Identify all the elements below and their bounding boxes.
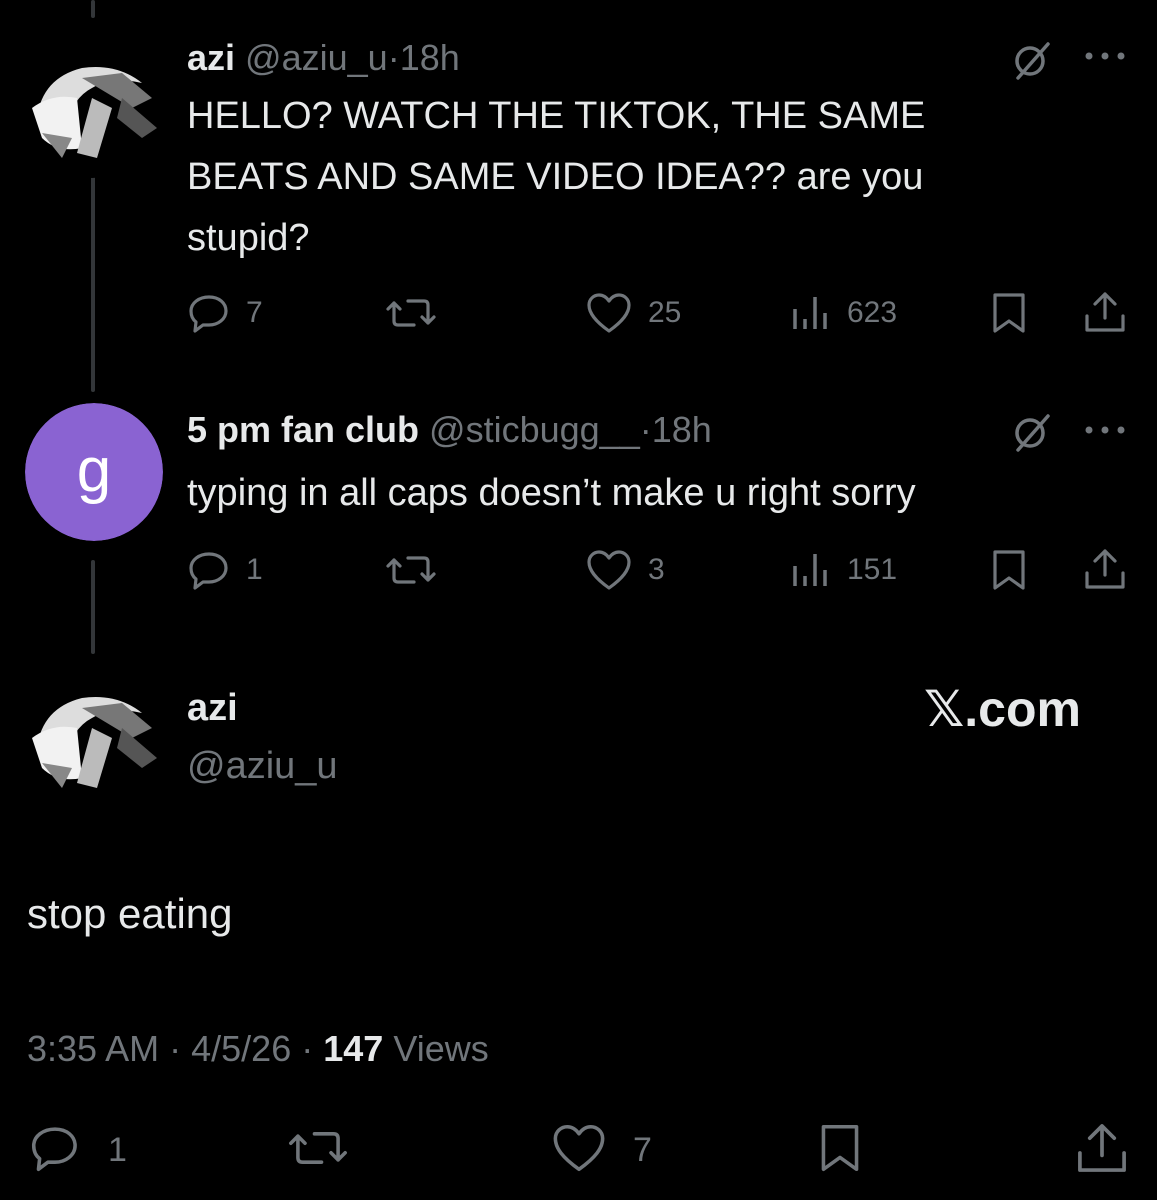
x-com-watermark: 𝕏.com	[924, 681, 1081, 737]
main-name[interactable]: azi	[187, 686, 238, 730]
bookmark-icon[interactable]	[989, 291, 1029, 335]
grok-icon[interactable]	[1010, 410, 1054, 454]
reply2-handle[interactable]: @sticbugg__	[429, 409, 640, 450]
views-icon[interactable]	[790, 291, 834, 335]
reply1-header: azi @aziu_u·18h	[187, 36, 460, 80]
avatar-azi-main[interactable]	[22, 668, 162, 808]
reply1-text-line3: stupid?	[187, 217, 310, 259]
share-icon[interactable]	[1075, 1121, 1129, 1175]
more-options-icon[interactable]	[1083, 424, 1127, 436]
share-icon[interactable]	[1083, 547, 1127, 591]
like-icon[interactable]	[585, 291, 633, 335]
repost-icon[interactable]	[286, 1122, 350, 1174]
reply2-view-count: 151	[847, 553, 898, 586]
main-post-text: stop eating	[27, 890, 233, 937]
reply-icon[interactable]	[27, 1122, 83, 1174]
meta-dot-1: ·	[169, 1028, 182, 1069]
thread-line-top	[91, 0, 95, 18]
avatar-azi-reply[interactable]	[22, 38, 162, 178]
avatar-5pm-fan-club[interactable]: g	[25, 403, 163, 541]
like-icon[interactable]	[585, 548, 633, 592]
reply1-dot: ·	[387, 37, 400, 78]
repost-icon[interactable]	[384, 548, 438, 592]
reply1-time[interactable]: 18h	[400, 37, 460, 78]
main-like-count: 7	[633, 1131, 652, 1169]
meta-dot-2: ·	[301, 1028, 314, 1069]
reply1-view-count: 623	[847, 296, 898, 329]
reply1-text-line1: HELLO? WATCH THE TIKTOK, THE SAME	[187, 95, 926, 137]
reply1-handle[interactable]: @aziu_u	[245, 37, 388, 78]
reply1-name[interactable]: azi	[187, 37, 235, 78]
reply1-text-line2: BEATS AND SAME VIDEO IDEA?? are you	[187, 156, 924, 198]
more-options-icon[interactable]	[1083, 50, 1127, 62]
reply-icon[interactable]	[187, 548, 231, 592]
repost-icon[interactable]	[384, 291, 438, 335]
main-date[interactable]: 4/5/26	[191, 1028, 291, 1069]
grok-icon[interactable]	[1010, 38, 1054, 82]
main-handle[interactable]: @aziu_u	[187, 744, 338, 788]
reply-icon[interactable]	[187, 291, 231, 335]
reply2-text: typing in all caps doesn’t make u right …	[187, 472, 916, 514]
thread-line-2	[91, 560, 95, 654]
bookmark-icon[interactable]	[989, 548, 1029, 592]
reply2-header: 5 pm fan club @sticbugg__·18h	[187, 408, 712, 452]
reply1-like-count: 25	[648, 296, 682, 329]
thread-line-1	[91, 148, 95, 392]
main-reply-count: 1	[108, 1131, 127, 1169]
main-timestamp[interactable]: 3:35 AM	[27, 1028, 159, 1069]
like-icon[interactable]	[550, 1122, 608, 1174]
main-views-count[interactable]: 147	[323, 1028, 383, 1069]
reply2-reply-count: 1	[246, 553, 263, 586]
reply2-dot: ·	[639, 409, 652, 450]
bookmark-icon[interactable]	[816, 1122, 864, 1174]
share-icon[interactable]	[1083, 290, 1127, 334]
reply1-text: HELLO? WATCH THE TIKTOK, THE SAME BEATS …	[187, 86, 1087, 269]
reply2-name[interactable]: 5 pm fan club	[187, 409, 419, 450]
reply2-time[interactable]: 18h	[652, 409, 712, 450]
views-icon[interactable]	[790, 548, 834, 592]
main-post-meta: 3:35 AM · 4/5/26 · 147 Views	[27, 1027, 489, 1071]
main-views-label: Views	[393, 1028, 489, 1069]
avatar-letter: g	[77, 436, 111, 505]
reply2-like-count: 3	[648, 553, 665, 586]
reply1-reply-count: 7	[246, 296, 263, 329]
